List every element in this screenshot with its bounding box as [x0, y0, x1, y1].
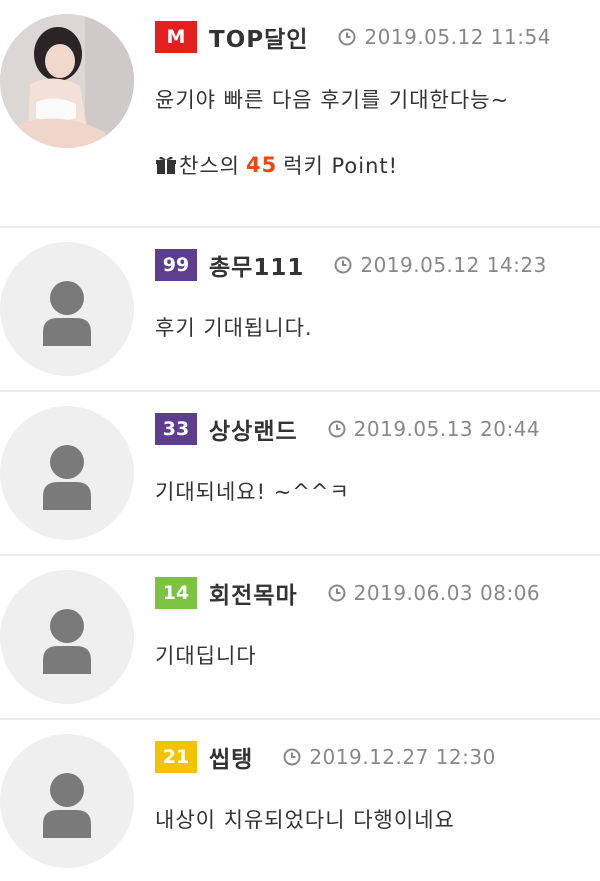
comment-item: 14 회전목마 2019.06.03 08:06 기대딥니다 — [0, 556, 600, 720]
comment-item: 99 총무111 2019.05.12 14:23 후기 기대됩니다. — [0, 228, 600, 392]
comment-date: 2019.12.27 12:30 — [283, 745, 496, 769]
author-name[interactable]: 상상랜드 — [209, 412, 298, 446]
avatar[interactable] — [0, 242, 134, 376]
level-badge: 99 — [155, 249, 197, 281]
lucky-points: 45 — [245, 153, 278, 177]
comment-date: 2019.05.12 11:54 — [338, 25, 551, 49]
comment-list: M TOP달인 2019.05.12 11:54 윤기야 빠른 다음 후기를 기… — [0, 0, 600, 881]
level-badge: 33 — [155, 413, 197, 445]
comment-header: 33 상상랜드 2019.05.13 20:44 — [155, 406, 540, 452]
comment-text: 윤기야 빠른 다음 후기를 기대한다능~ — [155, 88, 510, 112]
user-silhouette-icon — [43, 445, 91, 510]
user-silhouette-icon — [43, 609, 91, 674]
comment-header: 14 회전목마 2019.06.03 08:06 — [155, 570, 540, 616]
comment-date-text: 2019.12.27 12:30 — [309, 745, 496, 769]
user-silhouette-icon — [43, 773, 91, 838]
avatar-photo — [0, 14, 134, 148]
comment-header: 99 총무111 2019.05.12 14:23 — [155, 242, 547, 288]
comment-item: 21 씹탱 2019.12.27 12:30 내상이 치유되었다니 다행이네요 — [0, 720, 600, 881]
comment-item: M TOP달인 2019.05.12 11:54 윤기야 빠른 다음 후기를 기… — [0, 0, 600, 228]
clock-icon — [338, 28, 356, 46]
comment-date-text: 2019.05.13 20:44 — [353, 417, 541, 441]
avatar[interactable] — [0, 14, 134, 148]
comment-text: 기대되네요! ~^^ㅋ — [155, 480, 350, 504]
level-badge: 14 — [155, 577, 197, 609]
comment-date: 2019.05.13 20:44 — [328, 417, 541, 441]
comment-header: M TOP달인 2019.05.12 11:54 — [155, 14, 551, 60]
avatar[interactable] — [0, 734, 134, 868]
comment-header: 21 씹탱 2019.12.27 12:30 — [155, 734, 496, 780]
comment-text: 내상이 치유되었다니 다행이네요 — [155, 808, 455, 832]
level-badge: M — [155, 21, 197, 53]
avatar[interactable] — [0, 570, 134, 704]
avatar[interactable] — [0, 406, 134, 540]
comment-text: 기대딥니다 — [155, 644, 257, 668]
author-name[interactable]: 회전목마 — [209, 576, 298, 610]
comment-date: 2019.06.03 08:06 — [328, 581, 541, 605]
lucky-prefix: 찬스의 — [179, 154, 240, 178]
author-name[interactable]: 총무111 — [209, 248, 304, 282]
comment-text: 후기 기대됩니다. — [155, 316, 313, 340]
comment-date-text: 2019.05.12 11:54 — [364, 25, 551, 49]
author-name[interactable]: 씹탱 — [209, 740, 253, 774]
author-name[interactable]: TOP달인 — [209, 20, 308, 54]
lucky-suffix: 럭키 Point! — [283, 154, 399, 178]
comment-date-text: 2019.06.03 08:06 — [353, 581, 541, 605]
user-silhouette-icon — [43, 281, 91, 346]
clock-icon — [283, 748, 301, 766]
comment-date-text: 2019.05.12 14:23 — [360, 253, 547, 277]
gift-icon — [156, 156, 176, 174]
clock-icon — [328, 584, 346, 602]
clock-icon — [334, 256, 352, 274]
clock-icon — [328, 420, 346, 438]
level-badge: 21 — [155, 741, 197, 773]
lucky-point-line: 찬스의 45 럭키 Point! — [155, 150, 398, 180]
comment-item: 33 상상랜드 2019.05.13 20:44 기대되네요! ~^^ㅋ — [0, 392, 600, 556]
comment-date: 2019.05.12 14:23 — [334, 253, 547, 277]
